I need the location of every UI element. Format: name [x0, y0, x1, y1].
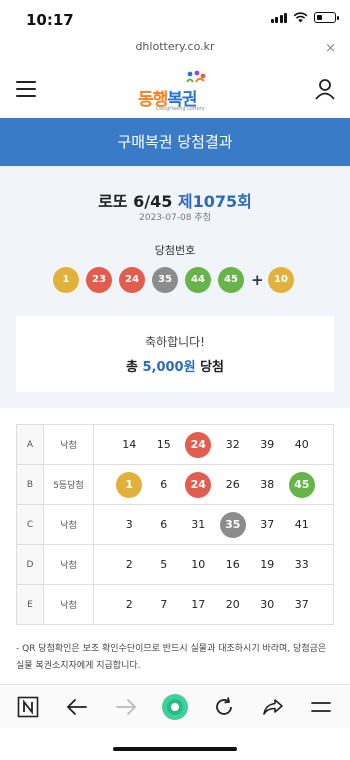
ticket-numbers: 14 15 24 32 39 40 [93, 424, 334, 465]
home-indicator[interactable] [113, 747, 237, 751]
back-icon[interactable] [61, 691, 93, 723]
browser-toolbar [0, 684, 350, 728]
matched-number: 24 [185, 431, 212, 458]
ticket-result: 낙첨 [43, 584, 94, 625]
matched-number: 35 [219, 511, 246, 538]
ticket-row: E 낙첨 2 7 17 20 30 37 [16, 584, 334, 625]
ticket-row: D 낙첨 2 5 10 16 19 33 [16, 544, 334, 585]
winning-numbers: 1 23 24 35 44 45 +10 [53, 267, 294, 293]
signal-icon [270, 12, 287, 23]
ticket-number: 16 [225, 557, 240, 571]
ticket-letter: B [16, 464, 44, 505]
url-text: dhlottery.co.kr [135, 40, 215, 53]
ticket-number: 6 [160, 517, 168, 531]
matched-number: 1 [116, 471, 143, 498]
ticket-number: 17 [191, 597, 206, 611]
ticket-number: 15 [156, 437, 171, 451]
winning-ball: 23 [86, 267, 112, 293]
hamburger-icon[interactable] [16, 81, 36, 97]
ticket-number: 10 [191, 557, 206, 571]
ticket-number: 30 [260, 597, 275, 611]
refresh-icon[interactable] [208, 691, 240, 723]
draw-date: 2023-07-08 추첨 [139, 213, 211, 223]
ticket-numbers: 3 6 31 35 37 41 [93, 504, 334, 545]
ticket-number: 3 [125, 517, 133, 531]
ticket-number: 20 [225, 597, 240, 611]
ticket-number: 5 [160, 557, 168, 571]
ticket-number: 32 [225, 437, 240, 451]
winning-ball: 45 [218, 267, 244, 293]
ticket-number: 33 [294, 557, 309, 571]
ticket-number: 26 [225, 477, 240, 491]
result-section: 로또 6/45 제1075회 2023-07-08 추첨 당첨번호 1 23 24 3… [0, 166, 350, 408]
winning-ball: 35 [152, 267, 178, 293]
user-icon[interactable] [314, 78, 336, 100]
close-icon[interactable]: × [325, 41, 336, 56]
ticket-numbers: 1 6 24 26 38 45 [93, 464, 334, 505]
ticket-number: 19 [260, 557, 275, 571]
round-title: 로또 6/45 제1075회 [98, 192, 252, 211]
congrats-message: 축하합니다! [144, 335, 205, 349]
ticket-number: 7 [160, 597, 168, 611]
ticket-numbers: 2 7 17 20 30 37 [93, 584, 334, 625]
site-header: 동행복권 DongHaeng Lottery [0, 62, 350, 118]
ticket-result: 낙첨 [43, 544, 94, 585]
winning-ball: 44 [185, 267, 211, 293]
congrats-box: 축하합니다! 총 5,000원 당첨 [16, 316, 334, 392]
ticket-number: 6 [160, 477, 168, 491]
ticket-result: 5등당첨 [43, 464, 94, 505]
ticket-number: 2 [125, 597, 133, 611]
battery-icon [314, 12, 339, 23]
ticket-number: 37 [294, 597, 309, 611]
matched-number: 24 [185, 471, 212, 498]
ticket-letter: C [16, 504, 44, 545]
ticket-row: B 5등당첨 1 6 24 26 38 45 [16, 464, 334, 505]
ticket-numbers: 2 5 10 16 19 33 [93, 544, 334, 585]
ticket-letter: E [16, 584, 44, 625]
winning-numbers-label: 당첨번호 [154, 244, 196, 257]
matched-number: 45 [288, 471, 315, 498]
status-icons [270, 12, 339, 23]
logo-subtext: DongHaeng Lottery [156, 106, 205, 112]
ticket-letter: D [16, 544, 44, 585]
ticket-row: C 낙첨 3 6 31 35 37 41 [16, 504, 334, 545]
winning-ball: 1 [53, 267, 79, 293]
ticket-number: 37 [260, 517, 275, 531]
ticket-number: 31 [191, 517, 206, 531]
wifi-icon [293, 12, 308, 23]
ticket-table: A 낙첨 14 15 24 32 39 40 B 5등당첨 1 6 24 26 38 45 C 낙첨 3 6 31 35 3… [16, 424, 334, 625]
page-title: 구매복권 당첨결과 [0, 118, 350, 166]
bonus-ball: 10 [268, 267, 294, 293]
ticket-result: 낙첨 [43, 504, 94, 545]
ticket-number: 38 [260, 477, 275, 491]
ticket-number: 39 [260, 437, 275, 451]
prize-total: 총 5,000원 당첨 [125, 360, 225, 375]
url-bar[interactable]: dhlottery.co.kr × [0, 40, 350, 60]
share-icon[interactable] [257, 691, 289, 723]
ticket-row: A 낙첨 14 15 24 32 39 40 [16, 424, 334, 465]
forward-icon[interactable] [110, 691, 142, 723]
ticket-number: 14 [122, 437, 137, 451]
ticket-result: 낙첨 [43, 424, 94, 465]
ticket-number: 2 [125, 557, 133, 571]
green-dot-icon[interactable] [159, 691, 191, 723]
ticket-number: 40 [294, 437, 309, 451]
logo[interactable]: 동행복권 DongHaeng Lottery [138, 70, 214, 112]
ticket-number: 41 [294, 517, 309, 531]
notice-text: - QR 당첨확인은 보조 확인수단이므로 반드시 실물과 대조하시기 바라며,… [16, 644, 327, 671]
plus-sign: + [251, 271, 264, 289]
status-bar: 10:17 [0, 0, 350, 40]
menu-icon[interactable] [305, 691, 337, 723]
ticket-letter: A [16, 424, 44, 465]
naver-icon[interactable] [12, 691, 44, 723]
status-time: 10:17 [26, 11, 74, 29]
winning-ball: 24 [119, 267, 145, 293]
